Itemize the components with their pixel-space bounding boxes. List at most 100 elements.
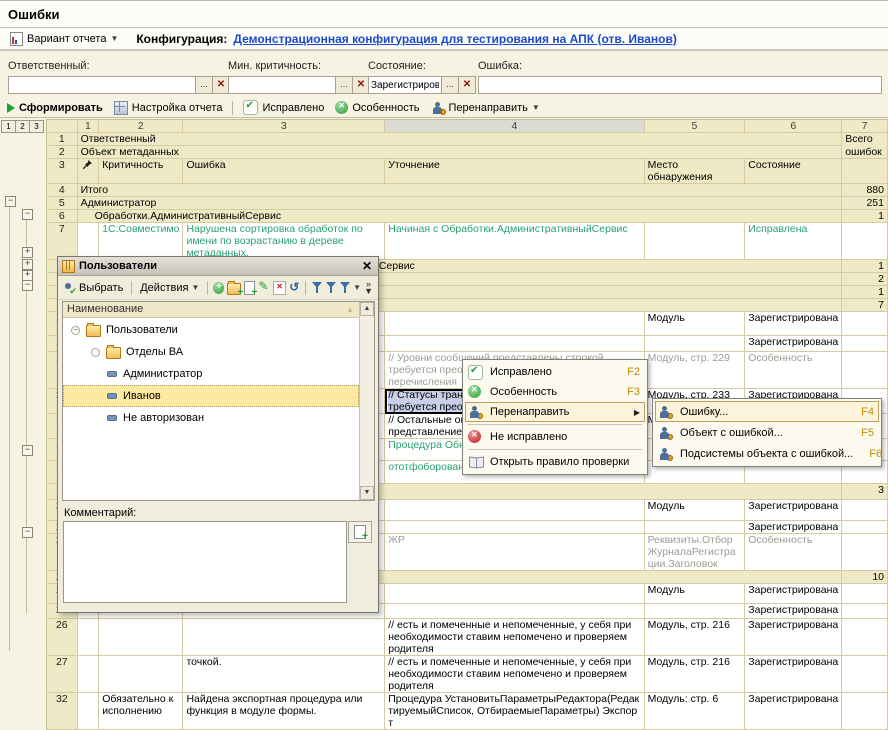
- row-number[interactable]: 32: [47, 693, 78, 730]
- outline-level-button-2[interactable]: 2: [15, 120, 30, 133]
- table-cell[interactable]: [842, 656, 888, 693]
- table-cell[interactable]: Зарегистрирована: [745, 312, 842, 336]
- table-cell[interactable]: [385, 500, 644, 521]
- filter-menu-button[interactable]: [339, 281, 350, 294]
- table-cell[interactable]: Зарегистрирована: [745, 500, 842, 521]
- comment-textarea[interactable]: [63, 521, 347, 603]
- generate-button[interactable]: Сформировать: [4, 102, 106, 114]
- context-menu-item-0[interactable]: ИсправленоF2: [465, 362, 645, 382]
- table-cell[interactable]: [644, 521, 745, 534]
- table-cell[interactable]: [644, 223, 745, 260]
- row-number[interactable]: 1: [47, 133, 78, 146]
- feature-button[interactable]: Особенность: [332, 101, 422, 114]
- table-cell[interactable]: [385, 584, 644, 604]
- table-cell[interactable]: Уточнение: [385, 159, 644, 184]
- table-cell[interactable]: [77, 223, 99, 260]
- table-cell[interactable]: [385, 521, 644, 534]
- delete-button[interactable]: [273, 281, 286, 295]
- users-window-titlebar[interactable]: Пользователи ✕: [58, 257, 378, 276]
- table-cell[interactable]: [842, 336, 888, 352]
- table-cell[interactable]: [842, 604, 888, 619]
- row-number[interactable]: 2: [47, 146, 78, 159]
- outline-level-button-1[interactable]: 1: [1, 120, 16, 133]
- error-filter-input[interactable]: [478, 76, 882, 94]
- table-cell[interactable]: Всего: [842, 133, 888, 146]
- select-button[interactable]: Выбрать: [61, 281, 126, 295]
- collapse-icon[interactable]: −: [22, 445, 33, 456]
- table-cell[interactable]: 880: [842, 184, 888, 197]
- history-button[interactable]: [289, 282, 300, 294]
- pin-icon[interactable]: [77, 159, 99, 184]
- column-header-5[interactable]: 5: [644, 120, 745, 133]
- table-cell[interactable]: Зарегистрирована: [745, 521, 842, 534]
- table-cell[interactable]: ошибок: [842, 146, 888, 159]
- tree-item-Не авторизован[interactable]: Не авторизован: [63, 407, 359, 429]
- table-cell[interactable]: Модуль: стр. 6: [644, 693, 745, 730]
- tree-item-Отделы ВА[interactable]: Отделы ВА: [63, 341, 359, 363]
- filter-set-button[interactable]: [311, 281, 322, 294]
- tree-item-Пользователи[interactable]: −Пользователи: [63, 319, 359, 341]
- column-header-2[interactable]: 2: [99, 120, 183, 133]
- table-cell[interactable]: Обязательно к исполнению: [99, 693, 183, 730]
- config-link[interactable]: Демонстрационная конфигурация для тестир…: [233, 32, 676, 46]
- table-cell[interactable]: [644, 604, 745, 619]
- tree-item-Иванов[interactable]: Иванов: [63, 385, 359, 407]
- table-cell[interactable]: 251: [842, 197, 888, 210]
- table-cell[interactable]: Реквизиты.ОтборЖурналаРегистрации.Заголо…: [644, 534, 745, 571]
- row-number[interactable]: 5: [47, 197, 78, 210]
- table-cell[interactable]: Итого: [77, 184, 842, 197]
- table-cell[interactable]: [842, 584, 888, 604]
- state-ellipsis-button[interactable]: ...: [442, 76, 459, 94]
- table-cell[interactable]: Начиная с Обработки.АдминистративныйСерв…: [385, 223, 644, 260]
- table-cell[interactable]: [842, 693, 888, 730]
- table-cell[interactable]: Модуль: [644, 584, 745, 604]
- table-cell[interactable]: точкой.: [183, 656, 385, 693]
- context-menu-item-2[interactable]: Перенаправить▶: [465, 402, 645, 422]
- tree-expander-icon[interactable]: [90, 347, 101, 358]
- table-cell[interactable]: Процедура УстановитьПараметрыРедактора(Р…: [385, 693, 644, 730]
- table-cell[interactable]: [385, 604, 644, 619]
- table-cell[interactable]: [842, 500, 888, 521]
- state-clear-button[interactable]: ✕: [459, 76, 476, 94]
- column-header-1[interactable]: 1: [77, 120, 99, 133]
- table-cell[interactable]: [842, 521, 888, 534]
- row-number[interactable]: 6: [47, 210, 78, 223]
- name-column-header[interactable]: Наименование ▲: [63, 302, 374, 318]
- row-number[interactable]: 27: [47, 656, 78, 693]
- collapse-icon[interactable]: −: [5, 196, 16, 207]
- row-number[interactable]: 4: [47, 184, 78, 197]
- close-icon[interactable]: ✕: [360, 261, 374, 272]
- outline-level-button-3[interactable]: 3: [29, 120, 44, 133]
- table-cell[interactable]: Исправлена: [745, 223, 842, 260]
- table-cell[interactable]: Зарегистрирована: [745, 693, 842, 730]
- table-cell[interactable]: Обработки.АдминистративныйСервис: [77, 210, 842, 223]
- table-cell[interactable]: [842, 619, 888, 656]
- scroll-up-icon[interactable]: ▲: [360, 302, 374, 316]
- table-cell[interactable]: 3: [842, 484, 888, 500]
- add-button[interactable]: [213, 282, 224, 294]
- table-cell[interactable]: [77, 656, 99, 693]
- table-cell[interactable]: [842, 312, 888, 336]
- table-cell[interactable]: Зарегистрирована: [745, 604, 842, 619]
- column-header-7[interactable]: 7: [842, 120, 888, 133]
- table-cell[interactable]: 1: [842, 286, 888, 299]
- expand-icon[interactable]: +: [22, 247, 33, 258]
- table-cell[interactable]: [842, 159, 888, 184]
- context-menu-item-4[interactable]: Не исправлено: [465, 427, 645, 447]
- table-cell[interactable]: Найдена экспортная процедура или функция…: [183, 693, 385, 730]
- row-number[interactable]: 26: [47, 619, 78, 656]
- table-cell[interactable]: [99, 656, 183, 693]
- column-header-6[interactable]: 6: [745, 120, 842, 133]
- users-scrollbar[interactable]: ▲ ▼: [359, 302, 374, 500]
- table-cell[interactable]: 1С:Совместимо: [99, 223, 183, 260]
- collapse-icon[interactable]: −: [22, 280, 33, 291]
- table-cell[interactable]: Модуль: [644, 312, 745, 336]
- submenu-item-2[interactable]: Подсистемы объекта с ошибкой...F6: [655, 443, 879, 464]
- table-cell[interactable]: [77, 619, 99, 656]
- table-cell[interactable]: Модуль, стр. 216: [644, 656, 745, 693]
- table-cell[interactable]: Зарегистрирована: [745, 584, 842, 604]
- table-cell[interactable]: Модуль, стр. 229: [644, 352, 745, 389]
- report-settings-button[interactable]: Настройка отчета: [111, 101, 226, 115]
- table-cell[interactable]: ЖР: [385, 534, 644, 571]
- filter-clear-button[interactable]: [325, 281, 336, 294]
